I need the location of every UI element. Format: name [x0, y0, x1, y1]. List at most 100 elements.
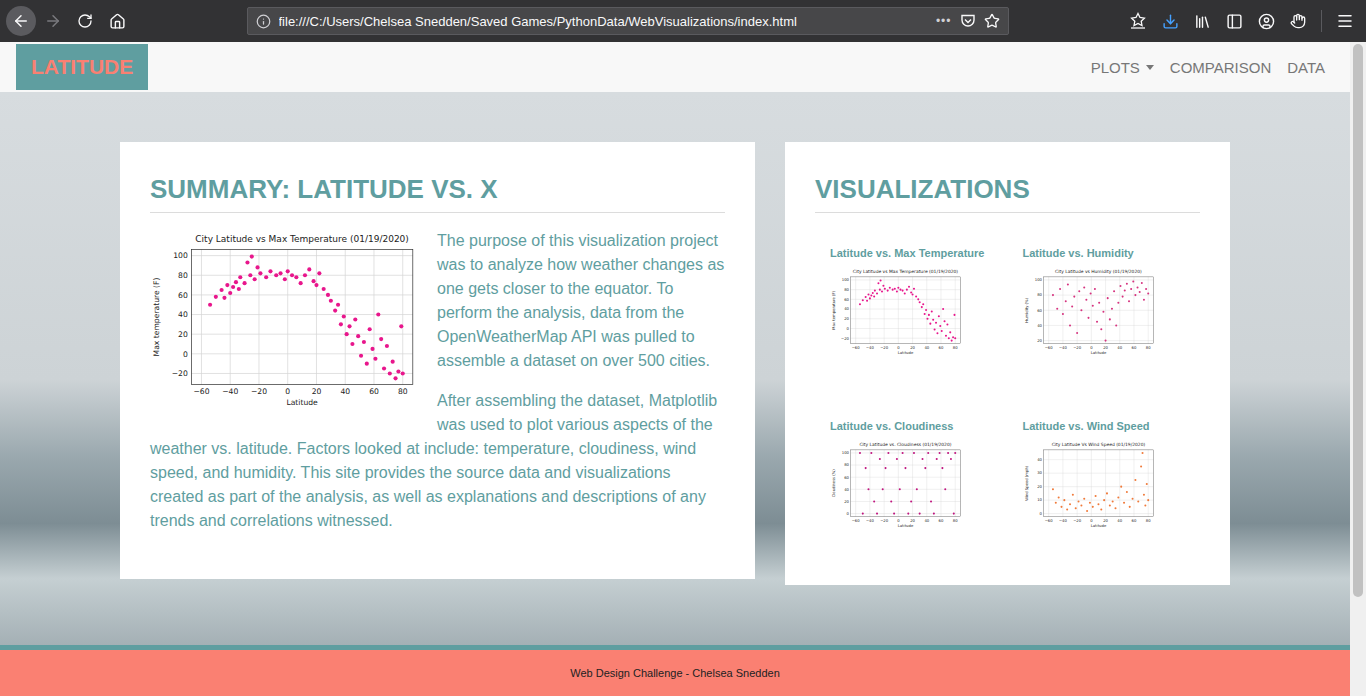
x-tick: 60: [939, 345, 944, 350]
data-point: [927, 452, 929, 454]
y-tick: 40: [1037, 323, 1042, 328]
data-point: [1061, 313, 1063, 315]
data-point: [1147, 499, 1149, 501]
data-point: [391, 360, 395, 364]
data-point: [268, 269, 272, 273]
reload-button[interactable]: [70, 6, 100, 36]
y-tick: 20: [178, 330, 188, 339]
data-point: [896, 291, 898, 293]
scrollbar-thumb[interactable]: [1353, 44, 1363, 597]
data-point: [952, 336, 954, 338]
y-tick: 60: [1037, 308, 1042, 313]
menu-button[interactable]: [1330, 6, 1360, 36]
data-point: [1066, 283, 1068, 285]
x-tick: 40: [924, 518, 929, 523]
data-point: [921, 306, 923, 308]
nav-link[interactable]: DATA: [1279, 59, 1333, 76]
account-button[interactable]: [1251, 6, 1281, 36]
data-point: [867, 488, 869, 490]
url-text[interactable]: file:///C:/Users/Chelsea Snedden/Saved G…: [279, 14, 928, 29]
back-button[interactable]: [6, 6, 36, 36]
data-point: [220, 288, 224, 292]
visualization-grid: Latitude vs. Max Temperature City Latitud…: [815, 246, 1200, 569]
x-tick: 60: [369, 387, 379, 396]
pocket-icon[interactable]: [960, 13, 976, 29]
x-tick: 0: [897, 345, 900, 350]
divider: [815, 212, 1200, 213]
data-point: [1073, 296, 1075, 298]
data-point: [873, 500, 875, 502]
visualization-item[interactable]: Latitude vs. Max Temperature City Latitud…: [815, 246, 1008, 396]
data-point: [873, 295, 875, 297]
data-point: [1127, 300, 1129, 302]
star-icon[interactable]: [984, 13, 1000, 29]
visualization-label[interactable]: Latitude vs. Wind Speed: [1023, 419, 1186, 433]
data-point: [1064, 300, 1066, 302]
data-point: [385, 344, 389, 348]
x-tick: 20: [910, 518, 915, 523]
data-point: [889, 287, 891, 289]
visualization-thumbnail[interactable]: City Latitude vs. Cloudiness (01/19/2020…: [830, 441, 964, 530]
brand-logo[interactable]: LATITUDE: [16, 44, 148, 90]
data-point: [1108, 505, 1110, 507]
data-point: [401, 371, 405, 375]
library-button[interactable]: [1187, 6, 1217, 36]
visualization-thumbnail[interactable]: City Latitude vs Humidity (01/19/2020)−6…: [1023, 268, 1157, 357]
extension-button[interactable]: [1283, 6, 1313, 36]
sidebar-button[interactable]: [1219, 6, 1249, 36]
x-tick: 80: [398, 387, 408, 396]
data-point: [290, 273, 294, 277]
data-point: [1071, 494, 1073, 496]
visualization-thumbnail[interactable]: City Latitude Vs Wind Speed (01/19/2020)…: [1023, 441, 1157, 530]
scrollbar[interactable]: [1350, 42, 1366, 696]
data-point: [1088, 502, 1090, 504]
url-bar[interactable]: file:///C:/Users/Chelsea Snedden/Saved G…: [247, 7, 1009, 35]
x-tick: 0: [285, 387, 290, 396]
info-icon[interactable]: [256, 14, 271, 29]
data-point: [893, 513, 895, 515]
nav-link[interactable]: PLOTS: [1083, 59, 1162, 76]
data-point: [222, 296, 226, 300]
data-point: [255, 265, 259, 269]
forward-button[interactable]: [38, 6, 68, 36]
nav-link[interactable]: COMPARISON: [1162, 59, 1279, 76]
x-axis-label: Latitude: [1090, 523, 1106, 528]
y-axis-label: Wind Speed (mph): [1023, 465, 1028, 501]
data-point: [1089, 293, 1091, 295]
visualization-item[interactable]: Latitude vs. Cloudiness City Latitude vs.…: [815, 419, 1008, 569]
visualization-thumbnail[interactable]: City Latitude vs Max Temperature (01/19/…: [830, 268, 964, 357]
visualization-label[interactable]: Latitude vs. Cloudiness: [830, 419, 993, 433]
downloads-button[interactable]: [1155, 6, 1185, 36]
visualization-label[interactable]: Latitude vs. Humidity: [1023, 246, 1186, 260]
data-point: [902, 290, 904, 292]
data-point: [1085, 299, 1087, 301]
visualization-label[interactable]: Latitude vs. Max Temperature: [830, 246, 993, 260]
page-actions-button[interactable]: •••: [936, 14, 952, 28]
visualization-item[interactable]: Latitude vs. Humidity City Latitude vs Hu…: [1008, 246, 1201, 396]
data-point: [938, 315, 940, 317]
data-point: [228, 291, 232, 295]
data-point: [906, 289, 908, 291]
data-point: [307, 267, 311, 271]
data-point: [951, 340, 953, 342]
data-point: [1051, 294, 1053, 296]
data-point: [1093, 288, 1095, 290]
data-point: [1120, 486, 1122, 488]
x-tick: 20: [1103, 518, 1108, 523]
x-tick: 80: [953, 518, 958, 523]
y-tick: 10: [1037, 497, 1042, 502]
data-point: [339, 322, 343, 326]
visualization-item[interactable]: Latitude vs. Wind Speed City Latitude Vs …: [1008, 419, 1201, 569]
home-button[interactable]: [102, 6, 132, 36]
data-point: [1080, 505, 1082, 507]
data-point: [1054, 502, 1056, 504]
data-point: [910, 500, 912, 502]
bookmarks-button[interactable]: [1123, 6, 1153, 36]
data-point: [949, 331, 951, 333]
data-point: [379, 337, 383, 341]
x-tick: −40: [866, 518, 875, 523]
x-tick: 20: [312, 387, 322, 396]
data-point: [945, 335, 947, 337]
data-point: [924, 313, 926, 315]
bookmarks-toolbar-icon[interactable]: [1129, 12, 1147, 30]
